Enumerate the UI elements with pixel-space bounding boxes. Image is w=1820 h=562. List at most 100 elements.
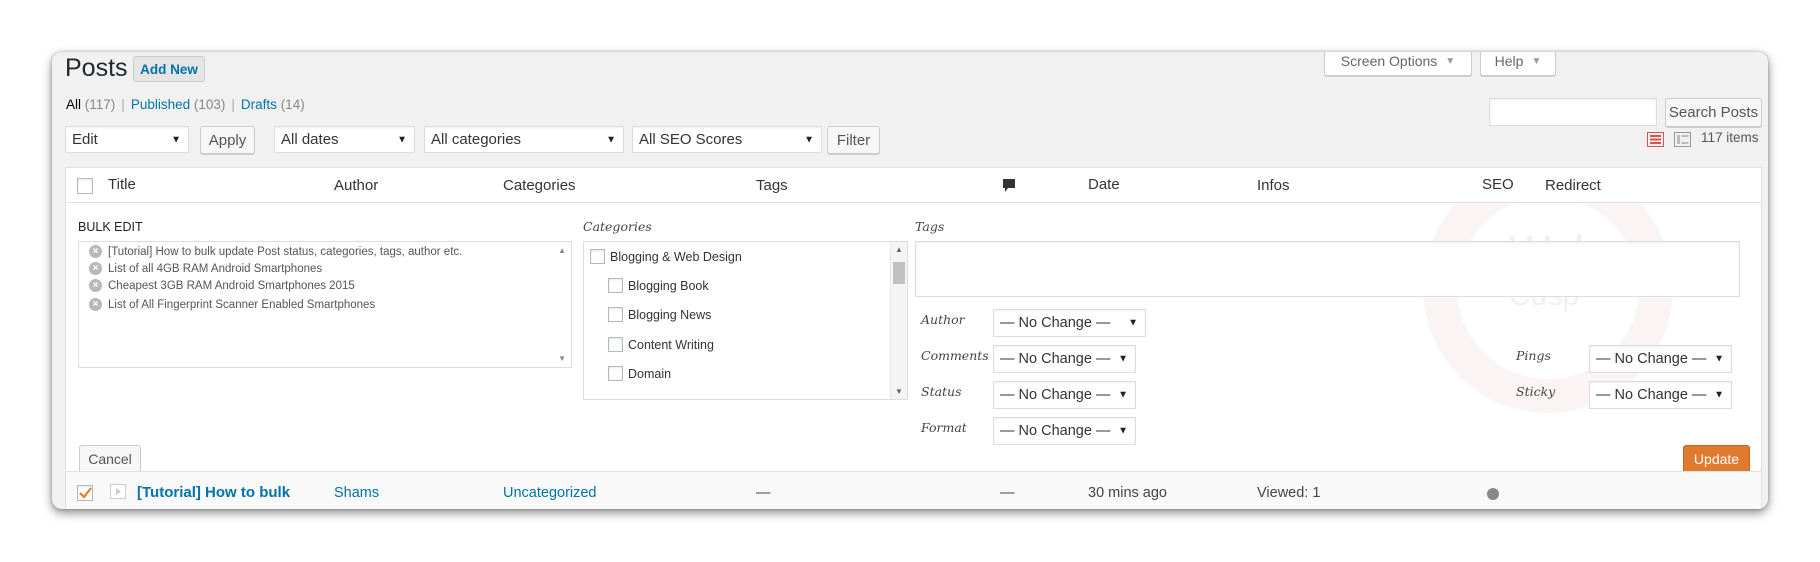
items-count: 117 items: [1701, 130, 1759, 145]
filter-published[interactable]: Published (103): [131, 97, 226, 112]
column-title[interactable]: Title: [108, 176, 136, 193]
list-item: × [Tutorial] How to bulk update Post stat…: [89, 245, 462, 258]
chevron-down-icon: ▼: [1118, 389, 1128, 401]
screen-options-button[interactable]: Screen Options ▼: [1324, 52, 1472, 76]
column-infos: Infos: [1257, 177, 1290, 194]
tags-textarea[interactable]: [915, 241, 1740, 297]
chevron-down-icon: ▼: [1531, 55, 1542, 67]
category-checkbox[interactable]: [608, 337, 623, 352]
scrollbar-thumb[interactable]: [893, 262, 905, 284]
help-label: Help: [1494, 53, 1524, 69]
sticky-select[interactable]: — No Change — ▼: [1589, 381, 1732, 409]
close-circle-icon[interactable]: ×: [89, 279, 102, 292]
seo-scores-select[interactable]: All SEO Scores ▼: [632, 126, 822, 153]
cancel-button[interactable]: Cancel: [79, 445, 141, 471]
chevron-down-icon: ▼: [1118, 353, 1128, 365]
filter-label: Filter: [836, 131, 871, 149]
cancel-label: Cancel: [88, 451, 132, 467]
scroll-up-arrow[interactable]: ▲: [895, 245, 903, 254]
format-label: Format: [921, 420, 967, 435]
author-select[interactable]: — No Change — ▼: [993, 309, 1146, 337]
status-value: — No Change —: [1000, 387, 1111, 403]
add-new-label: Add New: [140, 61, 198, 77]
close-circle-icon[interactable]: ×: [89, 298, 102, 311]
categories-select[interactable]: All categories ▼: [424, 126, 624, 153]
apply-button[interactable]: Apply: [200, 126, 255, 154]
close-circle-icon[interactable]: ×: [89, 245, 102, 258]
tags-label: Tags: [915, 219, 945, 234]
search-input[interactable]: [1489, 98, 1657, 126]
column-date[interactable]: Date: [1088, 176, 1120, 193]
status-filters: All (117) | Published (103) | Drafts (14…: [66, 97, 305, 112]
list-view-icon[interactable]: [1647, 132, 1664, 147]
screen-options-label: Screen Options: [1340, 53, 1438, 69]
category-item[interactable]: Blogging Book: [608, 278, 709, 293]
category-checkbox[interactable]: [590, 249, 605, 264]
column-seo[interactable]: SEO: [1482, 176, 1514, 193]
help-button[interactable]: Help ▼: [1480, 52, 1556, 76]
table-row: [65, 472, 1762, 509]
chevron-down-icon: ▼: [804, 134, 814, 145]
list-item: × List of all 4GB RAM Android Smartphones: [89, 262, 322, 275]
row-author[interactable]: Shams: [334, 485, 379, 501]
checkmark-icon: [79, 487, 92, 499]
bulk-action-select[interactable]: Edit ▼: [65, 126, 189, 153]
dates-select[interactable]: All dates ▼: [274, 126, 415, 153]
seo-dot-icon: [1487, 488, 1499, 500]
chevron-down-icon: ▼: [606, 134, 616, 145]
format-value: — No Change —: [1000, 423, 1111, 439]
bulk-edit-panel: Web Cusp BULK EDIT ×[Tutorial] How to bu…: [65, 203, 1762, 472]
sticky-value: — No Change —: [1596, 387, 1707, 403]
comments-select[interactable]: — No Change — ▼: [993, 345, 1136, 373]
status-select[interactable]: — No Change — ▼: [993, 381, 1136, 409]
category-checkbox[interactable]: [608, 366, 623, 381]
category-item[interactable]: Blogging & Web Design: [590, 249, 742, 264]
scroll-down-arrow[interactable]: ▼: [558, 354, 566, 363]
add-new-button[interactable]: Add New: [133, 56, 205, 82]
category-checkbox[interactable]: [608, 307, 623, 322]
scroll-up-arrow[interactable]: ▲: [558, 246, 566, 255]
pings-label: Pings: [1516, 348, 1551, 363]
search-posts-label: Search Posts: [1668, 104, 1759, 121]
row-checkbox[interactable]: [77, 485, 93, 501]
category-checkbox[interactable]: [608, 278, 623, 293]
list-item: × Cheapest 3GB RAM Android Smartphones 20…: [89, 279, 355, 292]
author-label: Author: [921, 312, 965, 327]
category-item[interactable]: Blogging News: [608, 307, 711, 322]
close-circle-icon[interactable]: ×: [89, 262, 102, 275]
category-item[interactable]: Domain: [608, 366, 671, 381]
categories-checklist: Blogging & Web Design Blogging Book Blog…: [583, 241, 908, 400]
admin-window: Screen Options ▼ Help ▼ Posts Add New Al…: [52, 52, 1768, 509]
select-all-checkbox[interactable]: [77, 178, 93, 194]
row-comments: —: [1000, 485, 1015, 501]
row-infos: Viewed: 1: [1257, 485, 1321, 501]
format-icon: [110, 484, 126, 499]
filter-drafts[interactable]: Drafts (14): [241, 97, 305, 112]
column-redirect: Redirect: [1545, 177, 1601, 194]
column-categories: Categories: [503, 177, 576, 194]
excerpt-view-icon[interactable]: [1674, 132, 1691, 147]
row-categories[interactable]: Uncategorized: [503, 485, 597, 501]
bulk-posts-list: × [Tutorial] How to bulk update Post stat…: [78, 241, 572, 368]
bulk-edit-heading: BULK EDIT: [78, 220, 143, 234]
pings-select[interactable]: — No Change — ▼: [1589, 345, 1732, 373]
row-title[interactable]: [Tutorial] How to bulk: [137, 484, 290, 501]
page-title: Posts: [65, 54, 128, 82]
filter-all[interactable]: All (117): [66, 97, 115, 112]
scrollbar[interactable]: ▲ ▼: [890, 242, 907, 399]
column-tags: Tags: [756, 177, 788, 194]
search-posts-button[interactable]: Search Posts: [1665, 98, 1762, 127]
bulk-action-value: Edit: [72, 131, 98, 148]
chevron-down-icon: ▼: [1714, 353, 1724, 365]
update-button[interactable]: Update: [1683, 445, 1750, 471]
scroll-down-arrow[interactable]: ▼: [895, 387, 903, 396]
filter-button[interactable]: Filter: [827, 126, 880, 154]
comment-bubble-icon[interactable]: [1002, 178, 1016, 193]
status-label: Status: [921, 384, 962, 399]
format-select[interactable]: — No Change — ▼: [993, 417, 1136, 445]
chevron-down-icon: ▼: [1128, 317, 1138, 329]
chevron-down-icon: ▼: [1714, 389, 1724, 401]
chevron-down-icon: ▼: [1445, 55, 1456, 67]
comments-label: Comments: [921, 348, 989, 363]
category-item[interactable]: Content Writing: [608, 337, 714, 352]
